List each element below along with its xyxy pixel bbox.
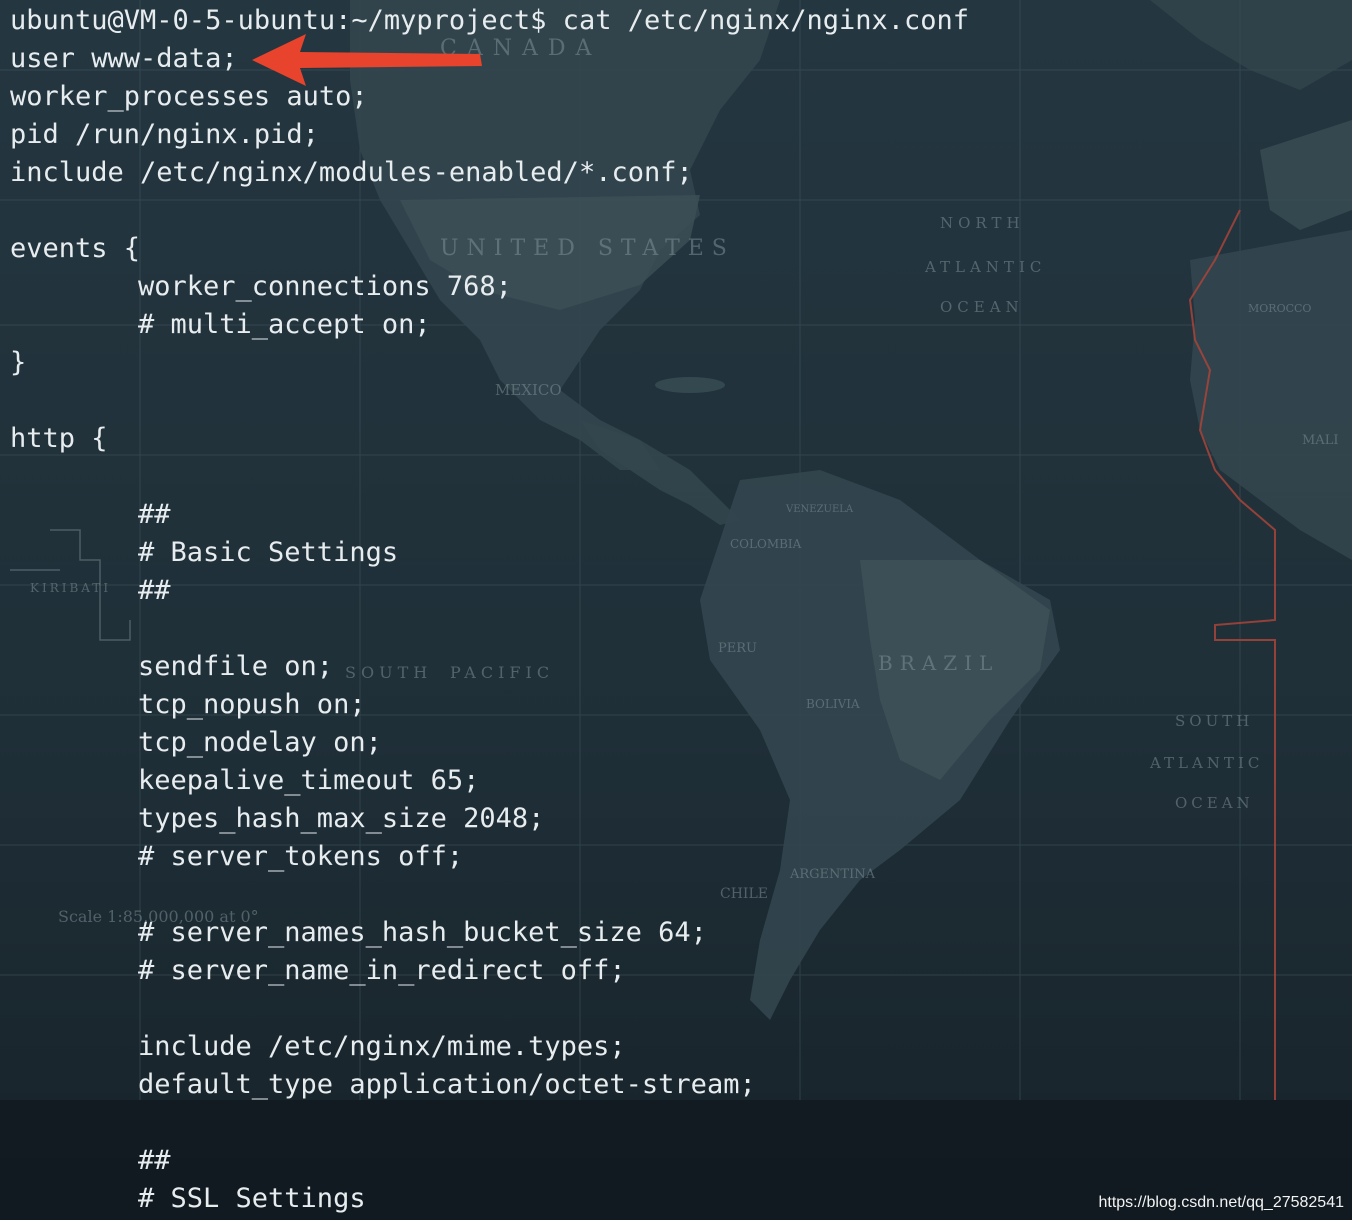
map-label-south-atlantic-2: ATLANTIC xyxy=(1149,754,1263,772)
terminal-line: pid /run/nginx.pid; xyxy=(10,119,319,150)
terminal-line: sendfile on; xyxy=(138,651,334,682)
terminal-line: http { xyxy=(10,423,108,454)
terminal-line: tcp_nodelay on; xyxy=(138,727,382,758)
terminal-output[interactable]: ubuntu@VM-0-5-ubuntu:~/myproject$ cat /e… xyxy=(10,2,969,1218)
arrow-left-icon xyxy=(252,34,482,86)
terminal-line: # server_tokens off; xyxy=(138,841,464,872)
europe-landmass xyxy=(1260,120,1352,230)
terminal-line: # Basic Settings xyxy=(138,537,399,568)
map-label-morocco: MOROCCO xyxy=(1248,302,1311,315)
terminal-line: include /etc/nginx/modules-enabled/*.con… xyxy=(10,157,693,188)
map-label-south-atlantic-1: SOUTH xyxy=(1175,712,1253,730)
map-label-mali: MALI xyxy=(1302,433,1338,448)
map-label-south-atlantic-3: OCEAN xyxy=(1175,794,1254,812)
terminal-line: worker_connections 768; xyxy=(138,271,512,302)
terminal-line: ubuntu@VM-0-5-ubuntu:~/myproject$ cat /e… xyxy=(10,5,970,36)
terminal-line: user www-data; xyxy=(10,43,238,74)
terminal-line: include /etc/nginx/mime.types; xyxy=(138,1031,626,1062)
terminal-line: ## xyxy=(138,499,171,530)
terminal-line: # SSL Settings xyxy=(138,1183,366,1214)
watermark-url: https://blog.csdn.net/qq_27582541 xyxy=(1098,1194,1344,1211)
africa-landmass xyxy=(1190,230,1352,560)
terminal-line: types_hash_max_size 2048; xyxy=(138,803,545,834)
terminal-line: # multi_accept on; xyxy=(138,309,431,340)
terminal-line: worker_processes auto; xyxy=(10,81,368,112)
terminal-line: default_type application/octet-stream; xyxy=(138,1069,756,1100)
terminal-line: # server_name_in_redirect off; xyxy=(138,955,626,986)
terminal-line: ## xyxy=(138,575,171,606)
terminal-line: # server_names_hash_bucket_size 64; xyxy=(138,917,707,948)
terminal-line: ## xyxy=(138,1145,171,1176)
terminal-line: } xyxy=(10,347,27,378)
terminal-line: tcp_nopush on; xyxy=(138,689,366,720)
terminal-line: events { xyxy=(10,233,141,264)
greenland-landmass xyxy=(1150,0,1352,90)
terminal-window[interactable]: CANADA UNITED STATES NORTH ATLANTIC OCEA… xyxy=(0,0,1352,1220)
terminal-line: keepalive_timeout 65; xyxy=(138,765,480,796)
